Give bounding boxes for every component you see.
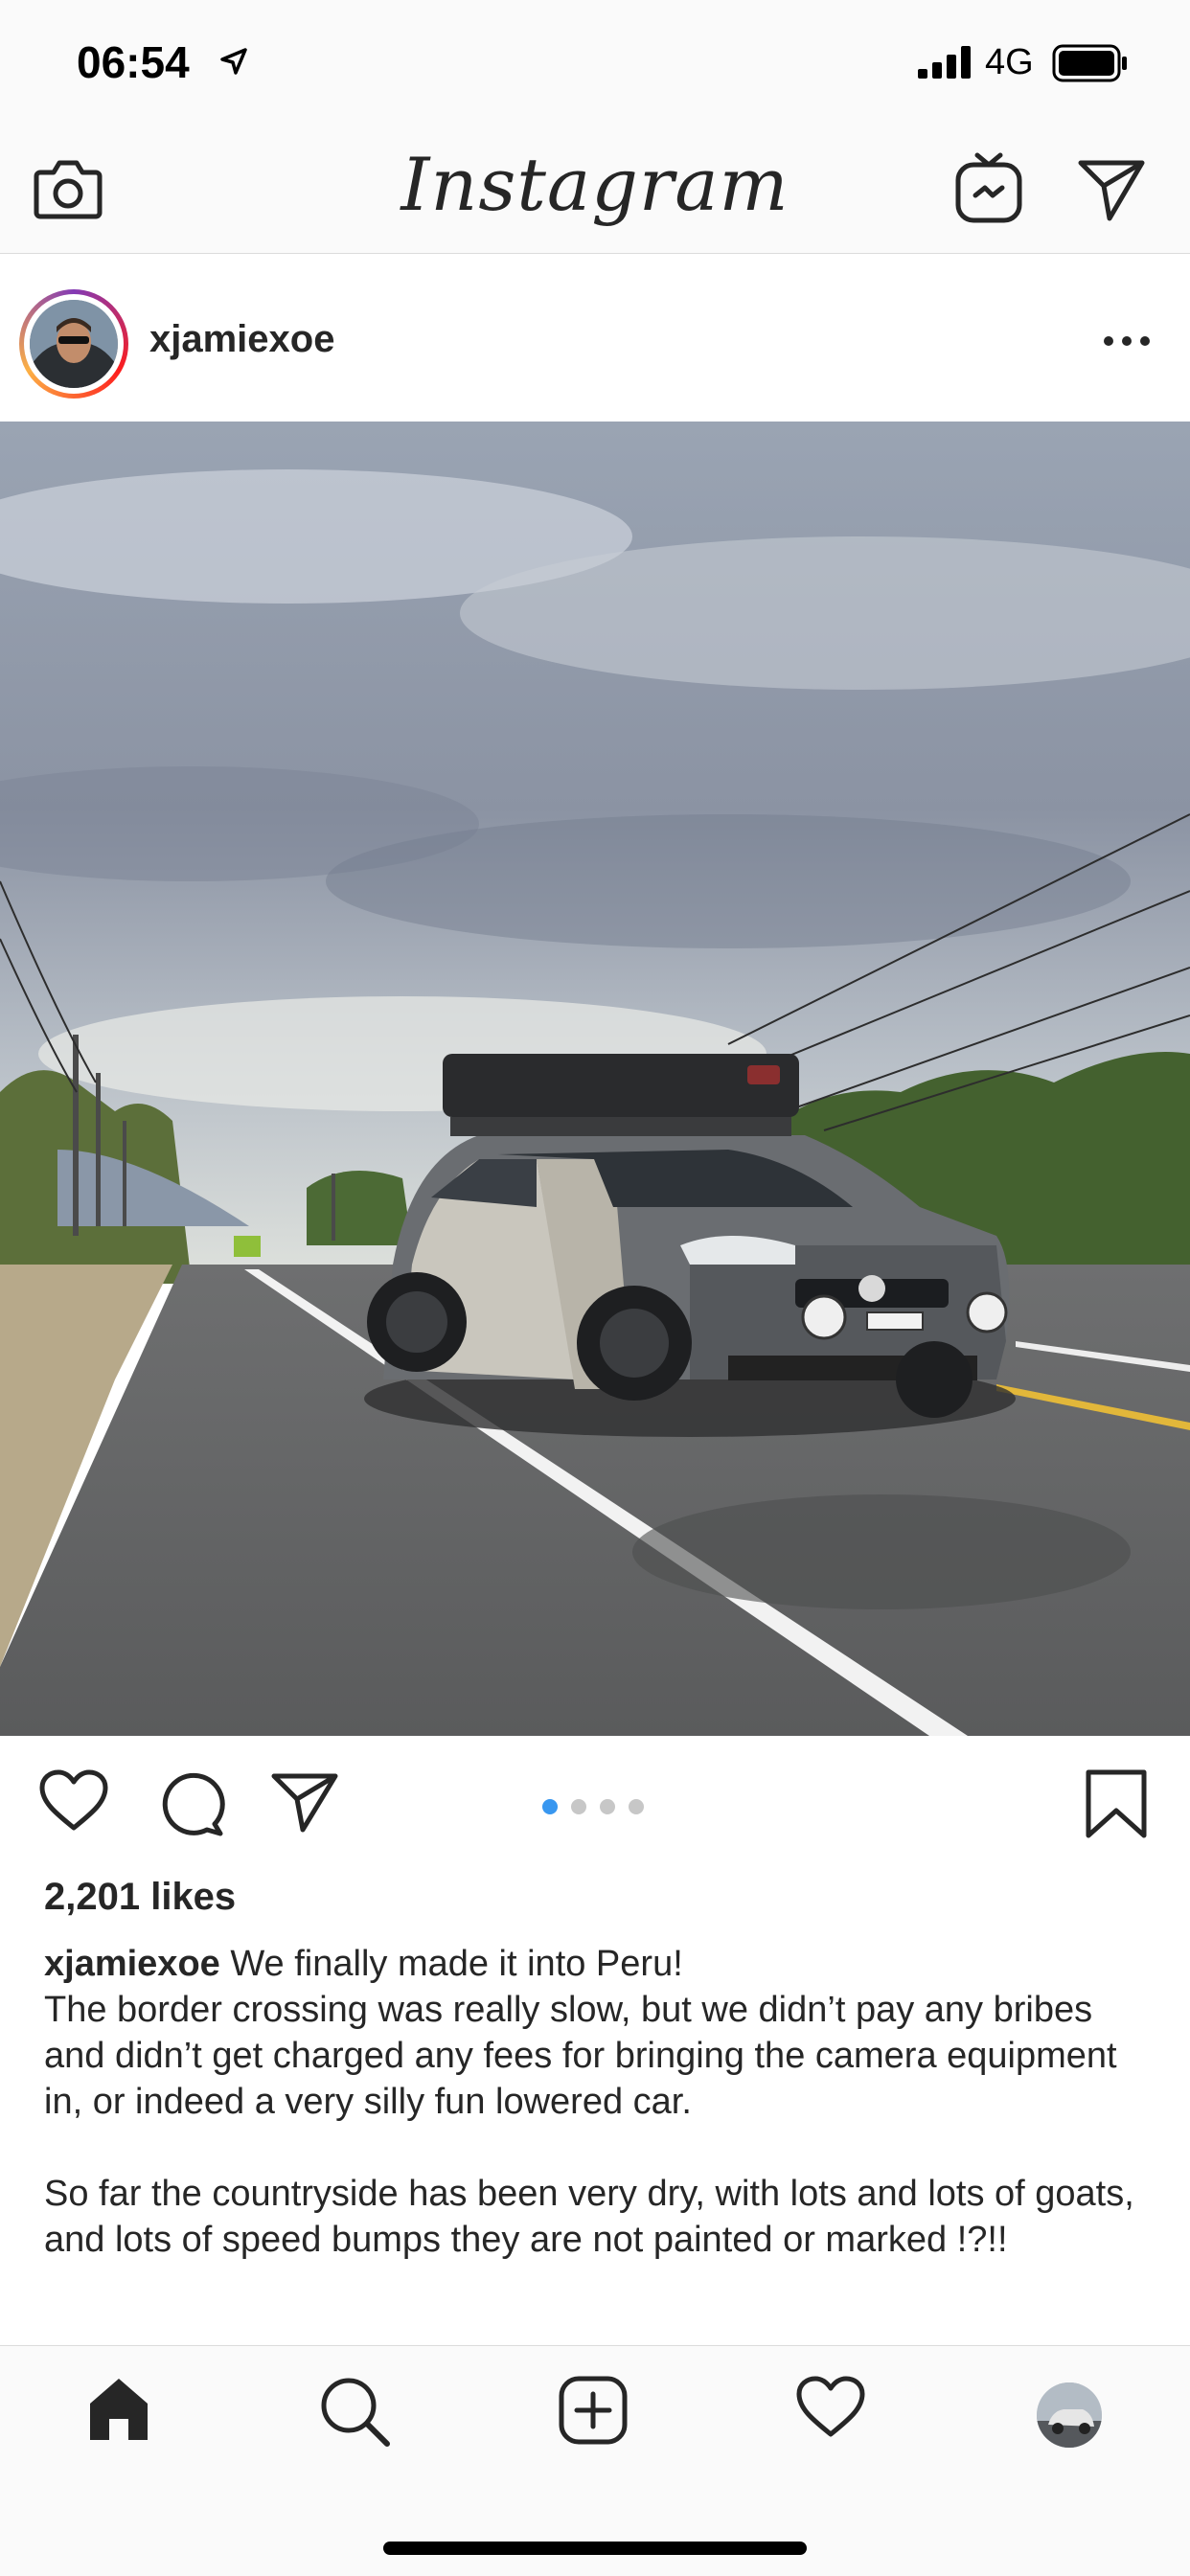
bottom-tab-bar (0, 2345, 1190, 2576)
avatar-portrait (30, 300, 118, 388)
igtv-icon[interactable] (954, 151, 1023, 224)
share-icon[interactable] (270, 1770, 339, 1834)
network-type: 4G (985, 42, 1034, 82)
post-image[interactable] (0, 422, 1190, 1736)
caption-paragraph-1: The border crossing was really slow, but… (44, 1990, 1117, 2122)
post-username[interactable]: xjamiexoe (149, 318, 334, 361)
caption-paragraph-2: So far the countryside has been very dry… (44, 2174, 1134, 2260)
like-heart-icon[interactable] (38, 1768, 109, 1832)
app-header: Instagram (0, 134, 1190, 254)
profile-avatar[interactable] (1037, 2382, 1102, 2448)
carousel-dot (629, 1799, 644, 1814)
car-on-road-photo (0, 422, 1190, 1736)
direct-message-icon[interactable] (1077, 157, 1146, 222)
carousel-dot (571, 1799, 586, 1814)
caption-first-line: We finally made it into Peru! (230, 1944, 683, 1984)
post-actions (0, 1736, 1190, 1880)
status-time: 06:54 (77, 37, 190, 87)
location-arrow-icon (220, 48, 247, 75)
home-indicator (383, 2542, 807, 2555)
likes-count[interactable]: 2,201 likes (44, 1876, 236, 1919)
caption-username[interactable]: xjamiexoe (44, 1944, 220, 1984)
battery-icon (1052, 44, 1127, 82)
cellular-signal-icon (918, 46, 971, 79)
story-ring[interactable] (19, 289, 128, 399)
more-options-icon[interactable] (1102, 333, 1152, 349)
post-header: xjamiexoe (0, 266, 1190, 422)
carousel-dot (600, 1799, 615, 1814)
post-caption: xjamiexoe We finally made it into Peru! … (44, 1941, 1156, 2263)
search-icon[interactable] (318, 2375, 391, 2448)
comment-icon[interactable] (157, 1770, 226, 1839)
activity-heart-icon[interactable] (795, 2375, 866, 2438)
status-bar: 06:54 4G (0, 0, 1190, 134)
avatar[interactable] (30, 300, 118, 388)
new-post-icon[interactable] (558, 2375, 629, 2446)
home-icon[interactable] (84, 2375, 153, 2444)
profile-car-image (1037, 2382, 1102, 2448)
carousel-dot-active (542, 1799, 558, 1814)
bookmark-icon[interactable] (1085, 1768, 1148, 1839)
